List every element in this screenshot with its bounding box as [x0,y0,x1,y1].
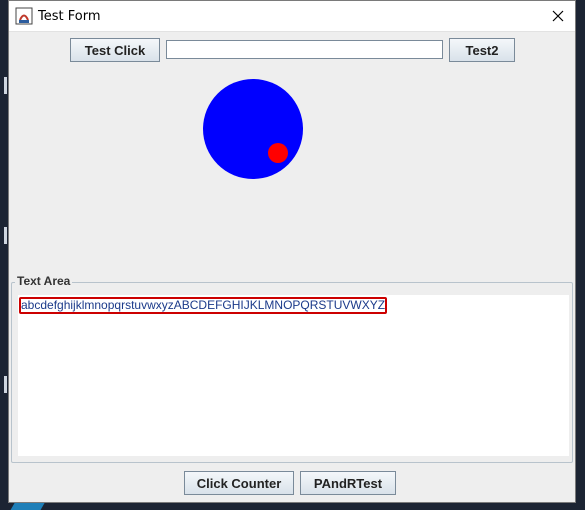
click-counter-button[interactable]: Click Counter [184,471,294,495]
pandr-test-button[interactable]: PAndRTest [300,471,396,495]
title-bar[interactable]: Test Form [9,1,575,32]
text-area-group-title: Text Area [15,274,73,288]
window-title: Test Form [38,9,101,24]
desktop-fragment [4,77,7,94]
test2-button[interactable]: Test2 [449,38,515,62]
test-form-window: Test Form Test Click Test2 Text Area abc… [8,0,576,503]
drawing-canvas [203,79,303,179]
test-click-button[interactable]: Test Click [70,38,160,62]
red-dot [268,143,288,163]
text-area[interactable]: abcdefghijklmnopqrstuvwxyzABCDEFGHIJKLMN… [18,295,569,456]
java-app-icon [15,7,33,25]
blue-circle [203,79,303,179]
toolbar-text-field[interactable] [166,40,443,59]
text-area-content: abcdefghijklmnopqrstuvwxyzABCDEFGHIJKLMN… [21,298,386,312]
close-button[interactable] [541,1,575,31]
desktop-fragment [4,376,7,393]
desktop-fragment [4,227,7,244]
close-icon [552,7,564,26]
